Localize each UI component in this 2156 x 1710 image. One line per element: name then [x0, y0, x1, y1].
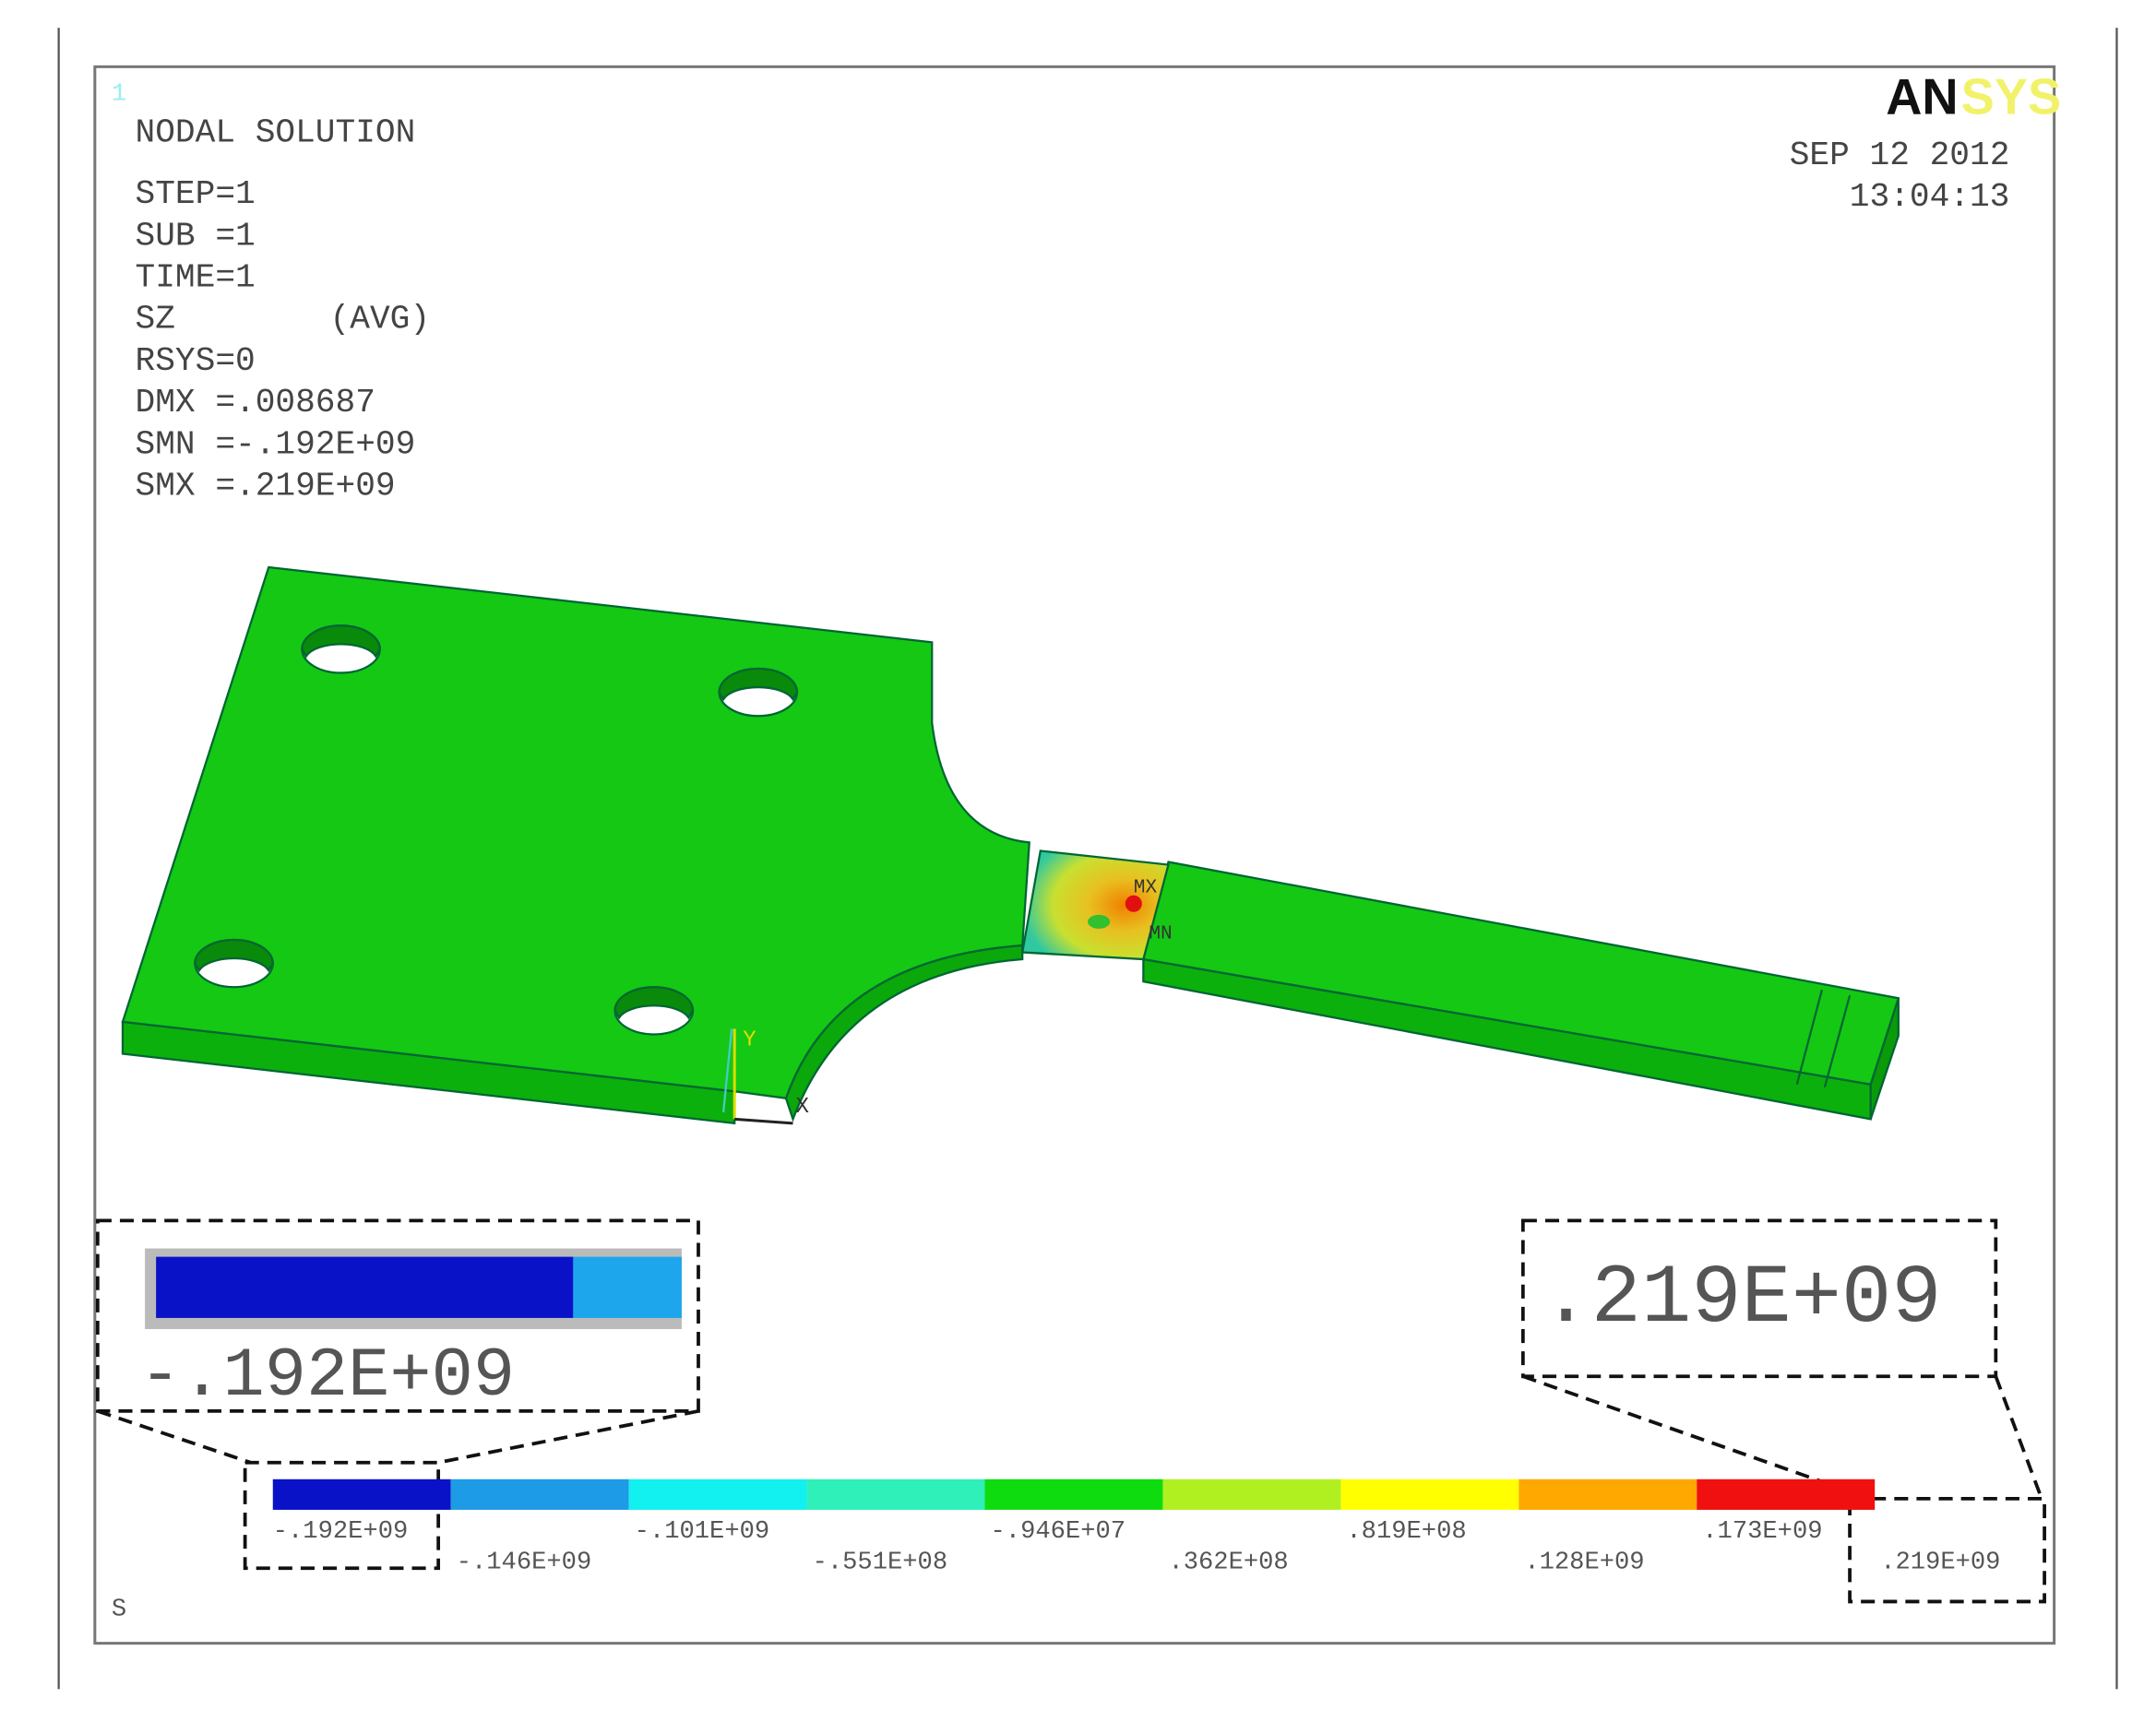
legend-label: -.192E+09	[273, 1517, 409, 1546]
info-component: SZ	[136, 301, 175, 338]
legend-color-band	[628, 1478, 807, 1510]
legend-label: .173E+09	[1702, 1517, 1822, 1546]
ansys-plot: 1 NODAL SOLUTION STEP=1 SUB =1 TIME=1 SZ…	[57, 28, 2118, 1690]
legend-label: .819E+08	[1346, 1517, 1466, 1546]
neck-stress-region	[1020, 849, 1170, 961]
plot-date: SEP 12 2012	[1790, 137, 2010, 174]
legend-label: .219E+09	[1880, 1548, 2000, 1576]
plot-time: 13:04:13	[1850, 178, 2010, 216]
max-callout-value: .219E+09	[1541, 1253, 1941, 1347]
info-step: STEP=1	[136, 175, 256, 213]
legend-color-band	[1519, 1478, 1697, 1510]
legend-color-band	[450, 1478, 629, 1510]
legend-color-band	[272, 1478, 451, 1510]
info-sub: SUB =1	[136, 217, 256, 255]
axis-x-label: X	[796, 1095, 810, 1120]
legend-color-band	[1697, 1478, 1876, 1510]
info-smn: SMN =-.192E+09	[136, 425, 416, 463]
legend-label: -.146E+09	[457, 1548, 592, 1576]
legend-color-band	[984, 1478, 1163, 1510]
min-callout-bar-cyan	[573, 1256, 682, 1318]
legend-label: .128E+09	[1524, 1548, 1644, 1576]
max-label: MX	[1134, 877, 1158, 899]
legend-color-band	[1340, 1478, 1519, 1510]
min-callout-bar-blue	[156, 1256, 574, 1318]
logo-light: SYS	[1961, 70, 2062, 125]
info-dmx: DMX =.008687	[136, 384, 375, 422]
info-avg: (AVG)	[330, 301, 431, 338]
legend-color-band	[1162, 1478, 1341, 1510]
logo-dark: AN	[1886, 70, 1958, 125]
ansys-logo: AN SYS	[1886, 70, 2061, 125]
legend-colorbar	[272, 1478, 1876, 1510]
solution-title: NODAL SOLUTION	[136, 114, 416, 152]
axis-y-label: Y	[743, 1028, 756, 1053]
legend-label: .362E+08	[1168, 1548, 1288, 1576]
plot-number: 1	[112, 80, 126, 109]
info-rsys: RSYS=0	[136, 342, 256, 380]
info-time: TIME=1	[136, 259, 256, 297]
info-smx: SMX =.219E+09	[136, 468, 396, 505]
legend-label: -.946E+07	[991, 1517, 1126, 1546]
legend-color-band	[806, 1478, 985, 1510]
legend-quantity: S	[112, 1596, 126, 1624]
neck-cool-spot	[1088, 914, 1111, 929]
min-callout-value: -.192E+09	[139, 1336, 515, 1416]
min-label: MN	[1149, 922, 1172, 944]
legend-label: -.101E+09	[635, 1517, 770, 1546]
legend-label: -.551E+08	[813, 1548, 948, 1576]
